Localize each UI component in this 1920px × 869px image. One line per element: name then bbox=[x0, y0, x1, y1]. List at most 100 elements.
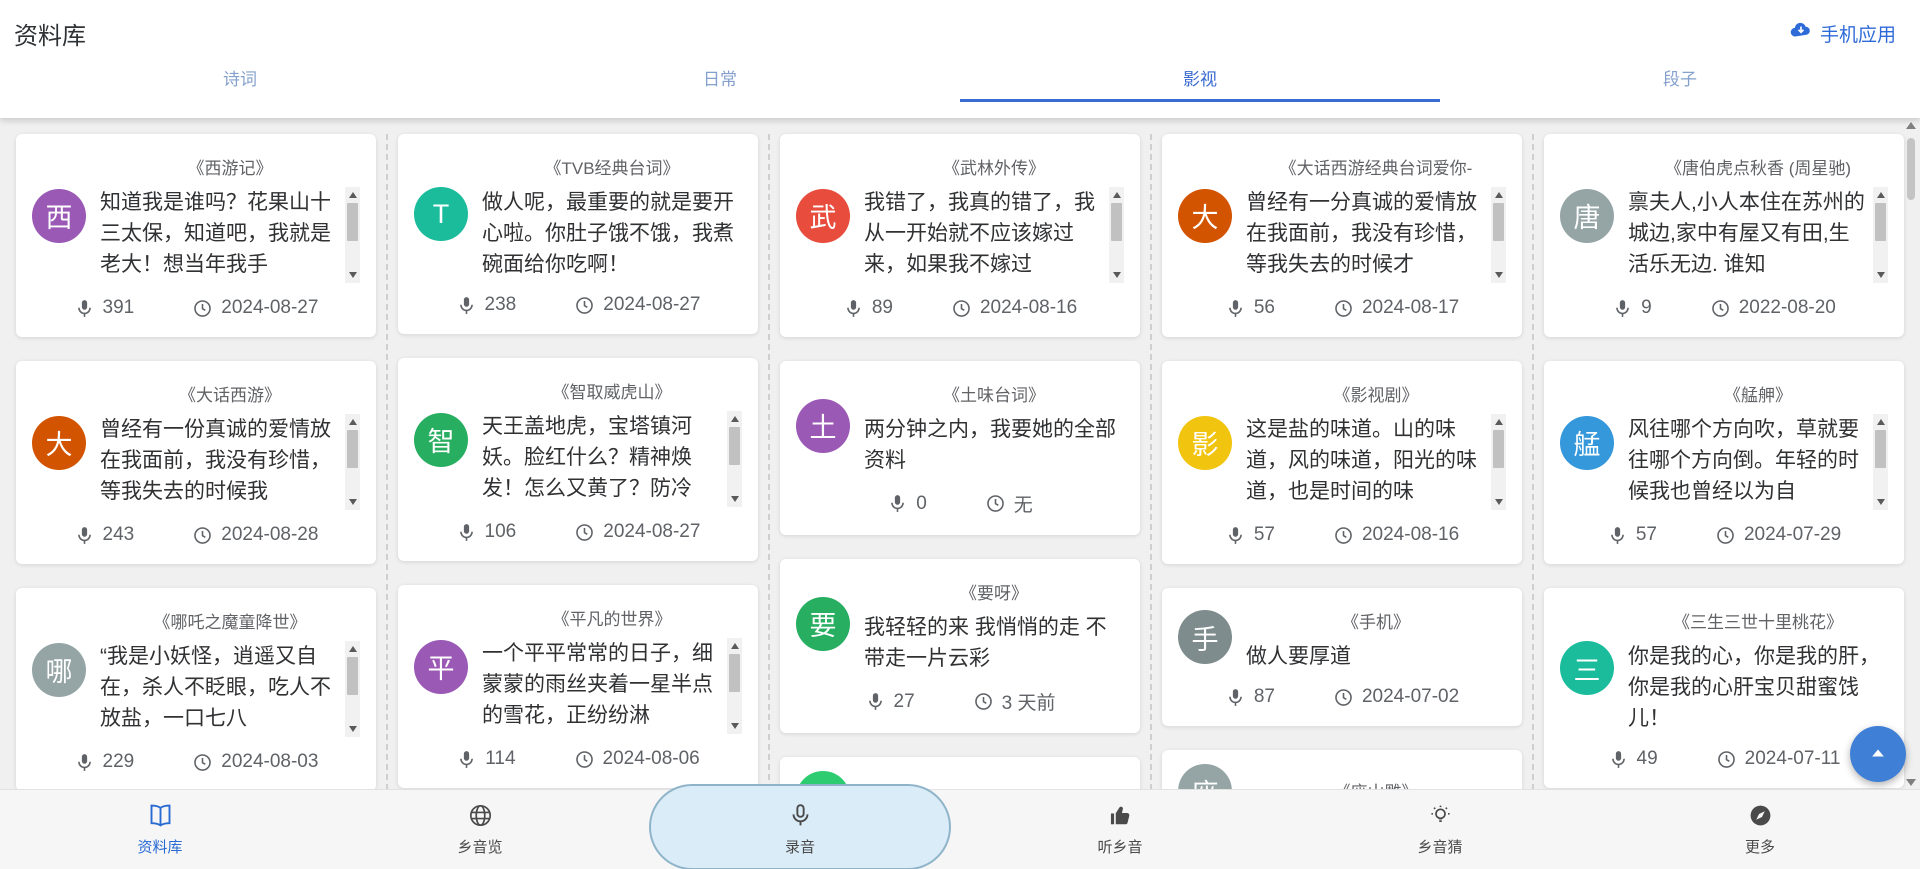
scroll-down-icon[interactable] bbox=[1876, 272, 1885, 278]
tab-daily[interactable]: 日常 bbox=[480, 62, 960, 102]
scroll-up-icon[interactable] bbox=[1494, 419, 1503, 425]
scroll-down-icon[interactable] bbox=[1112, 272, 1121, 278]
mobile-app-link[interactable]: 手机应用 bbox=[1789, 18, 1896, 48]
media-card[interactable]: 要 《要呀》 我轻轻的来 我悄悄的走 不带走一片云彩 27 3 天前 bbox=[780, 559, 1140, 733]
media-card[interactable]: 西 《西游记》 知道我是谁吗？花果山十三太保，知道吧，我就是老大！想当年我手 3… bbox=[16, 134, 376, 337]
scroll-down-icon[interactable] bbox=[348, 499, 357, 505]
scroll-up-icon[interactable] bbox=[1494, 192, 1503, 198]
text-scrollbar[interactable] bbox=[1873, 414, 1888, 510]
text-scrollbar[interactable] bbox=[345, 414, 360, 510]
scroll-up-icon[interactable] bbox=[1876, 419, 1885, 425]
nav-item-more[interactable]: 更多 bbox=[1600, 790, 1920, 869]
nav-item-browse[interactable]: 乡音览 bbox=[320, 790, 640, 869]
scroll-up-icon[interactable] bbox=[1112, 192, 1121, 198]
scroll-up-icon[interactable] bbox=[1906, 122, 1916, 129]
media-card[interactable]: 大 《大话西游经典台词爱你- 曾经有一分真诚的爱情放在我面前，我没有珍惜，等我失… bbox=[1162, 134, 1522, 337]
media-card[interactable]: 唐 《唐伯虎点秋香 (周星驰) 禀夫人,小人本住在苏州的城边,家中有屋又有田,生… bbox=[1544, 134, 1904, 337]
scroll-down-icon[interactable] bbox=[348, 726, 357, 732]
text-scrollbar-thumb[interactable] bbox=[347, 203, 358, 241]
text-scrollbar-thumb[interactable] bbox=[1875, 203, 1886, 241]
text-scrollbar-thumb[interactable] bbox=[1111, 203, 1122, 241]
scroll-up-icon[interactable] bbox=[730, 416, 739, 422]
nav-item-record[interactable]: 录音 bbox=[640, 784, 960, 869]
recording-count-item: 89 bbox=[843, 297, 893, 319]
avatar-char: 要 bbox=[809, 611, 837, 641]
media-card[interactable]: 手 《手机》 做人要厚道 87 2024-07-02 bbox=[1162, 588, 1522, 726]
card-footer: 57 2024-07-29 bbox=[1560, 524, 1888, 546]
scroll-up-icon[interactable] bbox=[1876, 192, 1885, 198]
avatar: 西 bbox=[32, 188, 86, 243]
text-scrollbar[interactable] bbox=[1109, 187, 1124, 283]
page-scrollbar[interactable] bbox=[1904, 122, 1918, 786]
avatar: 唐 bbox=[1560, 188, 1614, 243]
card-title: 《三生三世十里桃花》 bbox=[1673, 613, 1843, 632]
text-scrollbar-thumb[interactable] bbox=[1875, 430, 1886, 468]
avatar-char: 大 bbox=[45, 430, 73, 460]
scroll-down-icon[interactable] bbox=[1876, 499, 1885, 505]
text-scrollbar-thumb[interactable] bbox=[1493, 430, 1504, 468]
scroll-down-icon[interactable] bbox=[1906, 779, 1916, 786]
tab-jokes[interactable]: 段子 bbox=[1440, 62, 1920, 102]
text-scrollbar-thumb[interactable] bbox=[347, 430, 358, 468]
text-scrollbar-thumb[interactable] bbox=[347, 657, 358, 695]
text-scrollbar[interactable] bbox=[1491, 414, 1506, 510]
text-scrollbar[interactable] bbox=[727, 411, 742, 507]
media-card[interactable]: 土 《土味台词》 两分钟之内，我要她的全部资料 0 无 bbox=[780, 361, 1140, 535]
scroll-up-icon[interactable] bbox=[348, 419, 357, 425]
scroll-up-icon[interactable] bbox=[348, 192, 357, 198]
card-text-wrap: 你是我的心，你是我的肝，你是我的心肝宝贝甜蜜饯儿！ bbox=[1628, 641, 1888, 734]
text-scrollbar-thumb[interactable] bbox=[729, 654, 740, 692]
recording-count: 57 bbox=[1253, 524, 1275, 545]
scroll-down-icon[interactable] bbox=[1494, 272, 1503, 278]
text-scrollbar[interactable] bbox=[345, 641, 360, 737]
avatar-char: 三 bbox=[1573, 655, 1601, 686]
nav-item-guess[interactable]: 乡音猜 bbox=[1280, 790, 1600, 869]
scroll-up-icon[interactable] bbox=[730, 643, 739, 649]
recording-count: 106 bbox=[484, 521, 517, 542]
text-scrollbar[interactable] bbox=[345, 187, 360, 283]
scroll-down-icon[interactable] bbox=[1494, 499, 1503, 505]
card-column-2: T 《TVB经典台词》 做人呢，最重要的就是要开心啦。你肚子饿不饿，我煮碗面给你… bbox=[388, 134, 770, 790]
record-date-item: 2024-07-11 bbox=[1716, 748, 1840, 770]
media-card[interactable]: 影 《影视剧》 这是盐的味道。山的味道，风的味道，阳光的味道，也是时间的味 57 bbox=[1162, 361, 1522, 564]
media-card[interactable]: T 《TVB经典台词》 做人呢，最重要的就是要开心啦。你肚子饿不饿，我煮碗面给你… bbox=[398, 134, 758, 334]
scroll-up-icon[interactable] bbox=[348, 646, 357, 652]
media-card[interactable]: 座 《座山雕》 bbox=[1162, 750, 1522, 790]
card-body: 《TVB经典台词》 做人呢，最重要的就是要开心啦。你肚子饿不饿，我煮碗面给你吃啊… bbox=[482, 148, 742, 280]
nav-item-library[interactable]: 资料库 bbox=[0, 790, 320, 869]
tab-bar: 诗词 日常 影视 段子 bbox=[0, 62, 1920, 102]
text-scrollbar-thumb[interactable] bbox=[1493, 203, 1504, 241]
scroll-down-icon[interactable] bbox=[348, 272, 357, 278]
media-card[interactable]: 哪 《哪吒之魔童降世》 “我是小妖怪，逍遥又自在，杀人不眨眼，吃人不放盐，一口七… bbox=[16, 588, 376, 790]
avatar-char: 座 bbox=[1192, 772, 1219, 791]
thumbs-up-icon bbox=[1107, 802, 1134, 829]
page-scrollbar-thumb[interactable] bbox=[1907, 138, 1915, 200]
nav-label-library: 资料库 bbox=[137, 839, 183, 856]
text-scrollbar[interactable] bbox=[1491, 187, 1506, 283]
scroll-down-icon[interactable] bbox=[730, 496, 739, 502]
tab-poetry[interactable]: 诗词 bbox=[0, 62, 480, 102]
media-card[interactable]: 大 《大话西游》 曾经有一份真诚的爱情放在我面前，我没有珍惜，等我失去的时候我 … bbox=[16, 361, 376, 564]
media-card[interactable]: 艋 《艋舺》 风往哪个方向吹，草就要往哪个方向倒。年轻的时候我也曾经以为自 57 bbox=[1544, 361, 1904, 564]
card-body: 《平凡的世界》 一个平平常常的日子，细蒙蒙的雨丝夹着一星半点的雪花，正纷纷淋 bbox=[482, 599, 742, 734]
recording-count: 243 bbox=[102, 524, 135, 545]
text-scrollbar[interactable] bbox=[1873, 187, 1888, 283]
card-text: 禀夫人,小人本住在苏州的城边,家中有屋又有田,生活乐无边. 谁知 bbox=[1628, 191, 1865, 276]
scroll-down-icon[interactable] bbox=[730, 723, 739, 729]
avatar: 艋 bbox=[1560, 415, 1614, 470]
recording-count: 57 bbox=[1635, 524, 1657, 545]
media-card[interactable]: 平 《平凡的世界》 一个平平常常的日子，细蒙蒙的雨丝夹着一星半点的雪花，正纷纷淋… bbox=[398, 585, 758, 788]
text-scrollbar[interactable] bbox=[727, 638, 742, 734]
card-title: 《智取威虎山》 bbox=[552, 383, 672, 402]
nav-item-listen[interactable]: 听乡音 bbox=[960, 790, 1280, 869]
clock-icon bbox=[1335, 526, 1352, 544]
media-card[interactable]: 智 《智取威虎山》 天王盖地虎，宝塔镇河妖。脸红什么？精神焕发！怎么又黄了？防冷… bbox=[398, 358, 758, 561]
media-card[interactable]: 武 《武林外传》 我错了，我真的错了，我从一开始就不应该嫁过来，如果我不嫁过 8… bbox=[780, 134, 1140, 337]
back-to-top-button[interactable] bbox=[1850, 726, 1906, 782]
microphone-icon bbox=[1228, 688, 1242, 706]
record-date-item: 2024-08-03 bbox=[192, 751, 318, 773]
text-scrollbar-thumb[interactable] bbox=[729, 427, 740, 465]
card-text-wrap: 两分钟之内，我要她的全部资料 bbox=[864, 414, 1124, 476]
tab-film[interactable]: 影视 bbox=[960, 62, 1440, 102]
avatar: 哪 bbox=[32, 642, 86, 697]
